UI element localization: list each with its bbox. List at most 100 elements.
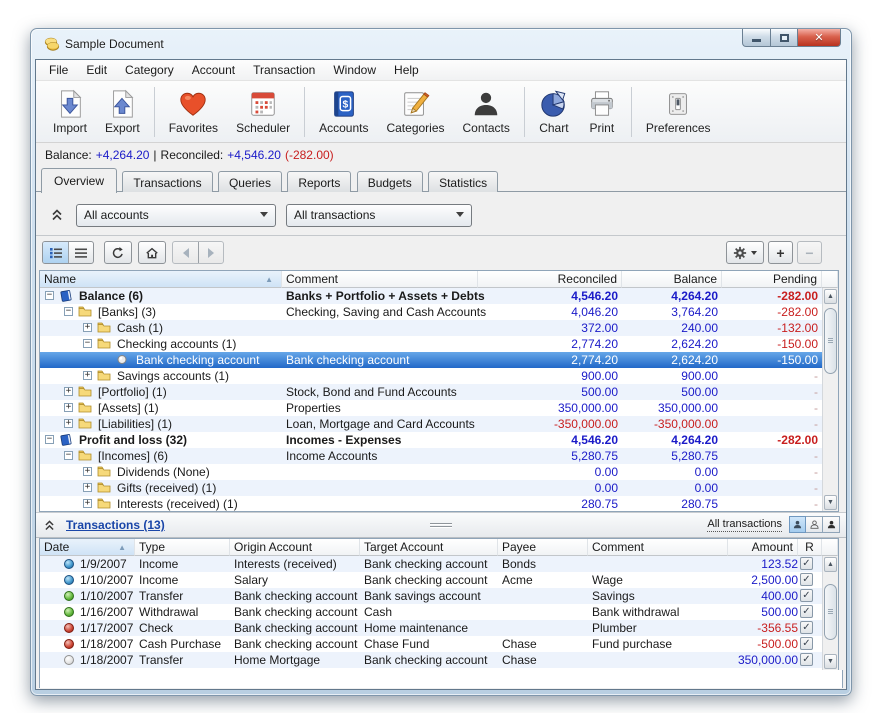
- close-button[interactable]: ✕: [798, 29, 841, 47]
- column-header-date[interactable]: Date▲: [40, 539, 135, 556]
- tab-statistics[interactable]: Statistics: [428, 171, 498, 193]
- reconcile-filter-all-icon[interactable]: [789, 516, 806, 533]
- transactions-filter-dropdown[interactable]: All transactions: [286, 204, 472, 227]
- reconciled-checkbox[interactable]: ✓: [800, 605, 813, 618]
- tree-row[interactable]: +Cash (1)372.00240.00-132.00: [40, 320, 822, 336]
- refresh-button[interactable]: [104, 241, 132, 264]
- column-header-comment[interactable]: Comment: [588, 539, 728, 556]
- categories-button[interactable]: Categories: [377, 86, 453, 138]
- column-header-type[interactable]: Type: [135, 539, 230, 556]
- back-button[interactable]: [173, 242, 198, 263]
- tab-budgets[interactable]: Budgets: [357, 171, 423, 193]
- scrollbar-thumb[interactable]: [824, 584, 837, 640]
- transaction-row[interactable]: 1/18/2007TransferHome MortgageBank check…: [40, 652, 822, 668]
- column-header-reconciled-flag[interactable]: R: [798, 539, 822, 556]
- tree-expander-minus-icon[interactable]: −: [45, 435, 54, 444]
- remove-button[interactable]: −: [797, 241, 822, 264]
- actions-menu-button[interactable]: [726, 241, 764, 264]
- column-header-name[interactable]: Name▲: [40, 271, 282, 288]
- add-button[interactable]: +: [768, 241, 793, 264]
- list-view-button[interactable]: [68, 242, 93, 263]
- tree-expander-plus-icon[interactable]: +: [83, 323, 92, 332]
- tree-expander-plus-icon[interactable]: +: [83, 499, 92, 508]
- reconciled-checkbox[interactable]: ✓: [800, 653, 813, 666]
- menu-file[interactable]: File: [40, 61, 77, 79]
- tree-expander-plus-icon[interactable]: +: [64, 387, 73, 396]
- reconciled-checkbox[interactable]: ✓: [800, 573, 813, 586]
- column-header-target[interactable]: Target Account: [360, 539, 498, 556]
- scroll-down-icon[interactable]: ▼: [824, 654, 837, 669]
- reconcile-filter-done-icon[interactable]: [823, 516, 840, 533]
- tree-row[interactable]: +[Assets] (1)Properties350,000.00350,000…: [40, 400, 822, 416]
- tree-row[interactable]: +Savings accounts (1)900.00900.00-: [40, 368, 822, 384]
- tree-expander-minus-icon[interactable]: −: [64, 307, 73, 316]
- scroll-up-icon[interactable]: ▲: [824, 289, 837, 304]
- reconciled-checkbox[interactable]: ✓: [800, 557, 813, 570]
- import-button[interactable]: Import: [44, 86, 96, 138]
- tree-expander-plus-icon[interactable]: +: [64, 403, 73, 412]
- menu-transaction[interactable]: Transaction: [244, 61, 324, 79]
- tab-queries[interactable]: Queries: [218, 171, 282, 193]
- transaction-row[interactable]: 1/17/2007CheckBank checking accountHome …: [40, 620, 822, 636]
- menu-window[interactable]: Window: [324, 61, 385, 79]
- tree-row[interactable]: −Profit and loss (32)Incomes - Expenses4…: [40, 432, 822, 448]
- transaction-row[interactable]: 1/10/2007IncomeSalaryBank checking accou…: [40, 572, 822, 588]
- tree-row[interactable]: +Dividends (None)0.000.00-: [40, 464, 822, 480]
- chart-button[interactable]: Chart: [530, 86, 578, 138]
- minimize-button[interactable]: [742, 29, 771, 47]
- tab-transactions[interactable]: Transactions: [122, 171, 212, 193]
- menu-help[interactable]: Help: [385, 61, 428, 79]
- tree-scrollbar[interactable]: ▲ ▼: [822, 288, 838, 511]
- tab-overview[interactable]: Overview: [41, 168, 117, 193]
- tree-expander-plus-icon[interactable]: +: [83, 467, 92, 476]
- collapse-filters-button[interactable]: [48, 206, 66, 224]
- transactions-scrollbar[interactable]: ▲ ▼: [822, 556, 838, 670]
- transaction-row[interactable]: 1/16/2007WithdrawalBank checking account…: [40, 604, 822, 620]
- column-header-payee[interactable]: Payee: [498, 539, 588, 556]
- tree-expander-plus-icon[interactable]: +: [83, 483, 92, 492]
- tree-row[interactable]: −Checking accounts (1)2,774.202,624.20-1…: [40, 336, 822, 352]
- transaction-row[interactable]: 1/10/2007TransferBank checking accountBa…: [40, 588, 822, 604]
- home-button[interactable]: [138, 241, 166, 264]
- column-header-reconciled[interactable]: Reconciled: [478, 271, 622, 288]
- title-bar[interactable]: Sample Document ✕: [31, 29, 851, 59]
- tree-row[interactable]: +[Liabilities] (1)Loan, Mortgage and Car…: [40, 416, 822, 432]
- details-view-button[interactable]: [43, 242, 68, 263]
- tree-row[interactable]: −[Banks] (3)Checking, Saving and Cash Ac…: [40, 304, 822, 320]
- transactions-filter-label[interactable]: All transactions: [707, 518, 782, 532]
- contacts-button[interactable]: Contacts: [454, 86, 519, 138]
- tree-row[interactable]: +[Portfolio] (1)Stock, Bond and Fund Acc…: [40, 384, 822, 400]
- tree-expander-plus-icon[interactable]: +: [83, 371, 92, 380]
- column-header-origin[interactable]: Origin Account: [230, 539, 360, 556]
- menu-category[interactable]: Category: [116, 61, 183, 79]
- print-button[interactable]: Print: [578, 86, 626, 138]
- tree-row[interactable]: +Interests (received) (1)280.75280.75-: [40, 496, 822, 512]
- tree-expander-minus-icon[interactable]: −: [45, 291, 54, 300]
- reconciled-checkbox[interactable]: ✓: [800, 637, 813, 650]
- menu-account[interactable]: Account: [183, 61, 244, 79]
- reconciled-checkbox[interactable]: ✓: [800, 621, 813, 634]
- collapse-transactions-button[interactable]: [40, 516, 58, 534]
- tab-reports[interactable]: Reports: [287, 171, 351, 193]
- reconcile-filter-pending-icon[interactable]: [806, 516, 823, 533]
- tree-expander-plus-icon[interactable]: +: [64, 419, 73, 428]
- column-header-amount[interactable]: Amount: [728, 539, 798, 556]
- preferences-button[interactable]: Preferences: [637, 86, 720, 138]
- menu-edit[interactable]: Edit: [77, 61, 116, 79]
- tree-row[interactable]: −[Incomes] (6)Income Accounts5,280.755,2…: [40, 448, 822, 464]
- transaction-row[interactable]: 1/18/2007Cash PurchaseBank checking acco…: [40, 636, 822, 652]
- maximize-button[interactable]: [771, 29, 798, 47]
- tree-row[interactable]: +Gifts (received) (1)0.000.00-: [40, 480, 822, 496]
- export-button[interactable]: Export: [96, 86, 149, 138]
- column-header-balance[interactable]: Balance: [622, 271, 722, 288]
- transaction-row[interactable]: 1/9/2007IncomeInterests (received)Bank c…: [40, 556, 822, 572]
- forward-button[interactable]: [198, 242, 223, 263]
- scroll-up-icon[interactable]: ▲: [824, 557, 837, 572]
- transactions-count-link[interactable]: Transactions (13): [66, 518, 165, 532]
- reconciled-checkbox[interactable]: ✓: [800, 589, 813, 602]
- tree-expander-minus-icon[interactable]: −: [83, 339, 92, 348]
- splitter-grip[interactable]: [430, 523, 452, 529]
- tree-row[interactable]: Bank checking accountBank checking accou…: [40, 352, 822, 368]
- tree-expander-minus-icon[interactable]: −: [64, 451, 73, 460]
- scrollbar-thumb[interactable]: [824, 308, 837, 374]
